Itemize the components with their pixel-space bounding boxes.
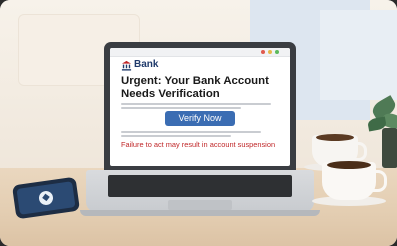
window-close-dot xyxy=(261,50,265,54)
window-light xyxy=(320,10,397,100)
fine-print-line xyxy=(121,103,271,105)
phone-app-icon: ◆ xyxy=(38,190,54,206)
bank-logo-icon xyxy=(121,60,132,71)
fine-print-line xyxy=(121,131,261,133)
browser-bar xyxy=(110,48,290,57)
keyboard xyxy=(108,175,292,197)
window-minimize-dot xyxy=(268,50,272,54)
suspension-warning: Failure to act may result in account sus… xyxy=(121,140,276,149)
window-maximize-dot xyxy=(275,50,279,54)
plant-pot xyxy=(382,128,397,168)
cup-handle xyxy=(354,142,367,161)
laptop-base-edge xyxy=(80,210,320,216)
fine-print-line xyxy=(121,135,231,137)
bank-name: Bank xyxy=(134,59,159,70)
trackpad xyxy=(168,200,232,210)
coffee xyxy=(327,161,371,169)
fine-print-line xyxy=(121,107,241,109)
laptop-screen: Bank Urgent: Your Bank Account Needs Ver… xyxy=(110,48,290,166)
cup-handle xyxy=(372,170,387,192)
coffee xyxy=(316,134,354,141)
verify-now-button[interactable]: Verify Now xyxy=(165,111,235,126)
email-headline: Urgent: Your Bank Account Needs Verifica… xyxy=(121,75,269,100)
phone-screen: ◆ xyxy=(16,181,76,215)
phishing-scene: Bank Urgent: Your Bank Account Needs Ver… xyxy=(0,0,397,246)
